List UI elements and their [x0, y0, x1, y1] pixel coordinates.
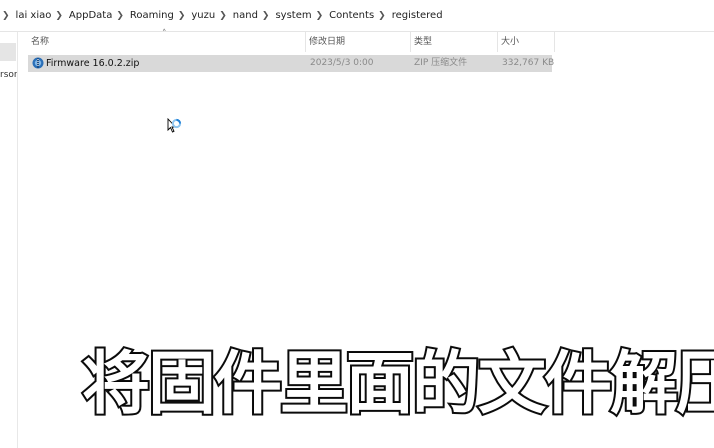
chevron-right-icon[interactable]: ❯	[116, 11, 124, 21]
chevron-right-icon[interactable]: ❯	[2, 11, 10, 21]
column-header-date[interactable]: 修改日期	[306, 32, 410, 52]
breadcrumb-item-appdata[interactable]: AppData	[69, 10, 112, 21]
breadcrumb-item-contents[interactable]: Contents	[329, 10, 374, 21]
column-header-name[interactable]: 名称	[28, 32, 305, 52]
navigation-pane: rsona	[0, 32, 18, 448]
column-header-type[interactable]: 类型	[411, 32, 497, 52]
chevron-right-icon[interactable]: ❯	[378, 11, 386, 21]
breadcrumb-item-user[interactable]: lai xiao	[16, 10, 52, 21]
file-name[interactable]: Firmware 16.0.2.zip	[46, 55, 139, 72]
breadcrumb: ❯ lai xiao ❯ AppData ❯ Roaming ❯ yuzu ❯ …	[0, 0, 714, 32]
table-row[interactable]: Firmware 16.0.2.zip 2023/5/3 0:00 ZIP 压缩…	[28, 55, 555, 72]
chevron-right-icon[interactable]: ❯	[262, 11, 270, 21]
file-date: 2023/5/3 0:00	[310, 58, 374, 68]
file-size: 332,767 KB	[502, 58, 555, 68]
breadcrumb-item-nand[interactable]: nand	[233, 10, 258, 21]
breadcrumb-item-yuzu[interactable]: yuzu	[191, 10, 215, 21]
column-divider[interactable]	[554, 32, 555, 52]
breadcrumb-item-registered[interactable]: registered	[392, 10, 443, 21]
breadcrumb-item-roaming[interactable]: Roaming	[130, 10, 174, 21]
chevron-right-icon[interactable]: ❯	[55, 11, 63, 21]
file-type: ZIP 压缩文件	[414, 58, 468, 68]
breadcrumb-item-system[interactable]: system	[275, 10, 311, 21]
zip-archive-icon	[32, 57, 44, 69]
column-header-size[interactable]: 大小	[498, 32, 554, 52]
chevron-right-icon[interactable]: ❯	[219, 11, 227, 21]
busy-cursor-icon	[167, 118, 182, 133]
subtitle-caption: 将固件里面的文件解压	[80, 343, 714, 426]
chevron-right-icon[interactable]: ❯	[316, 11, 324, 21]
nav-item-selected[interactable]	[0, 43, 16, 61]
chevron-right-icon[interactable]: ❯	[178, 11, 186, 21]
nav-item-label[interactable]: rsona	[0, 70, 17, 80]
